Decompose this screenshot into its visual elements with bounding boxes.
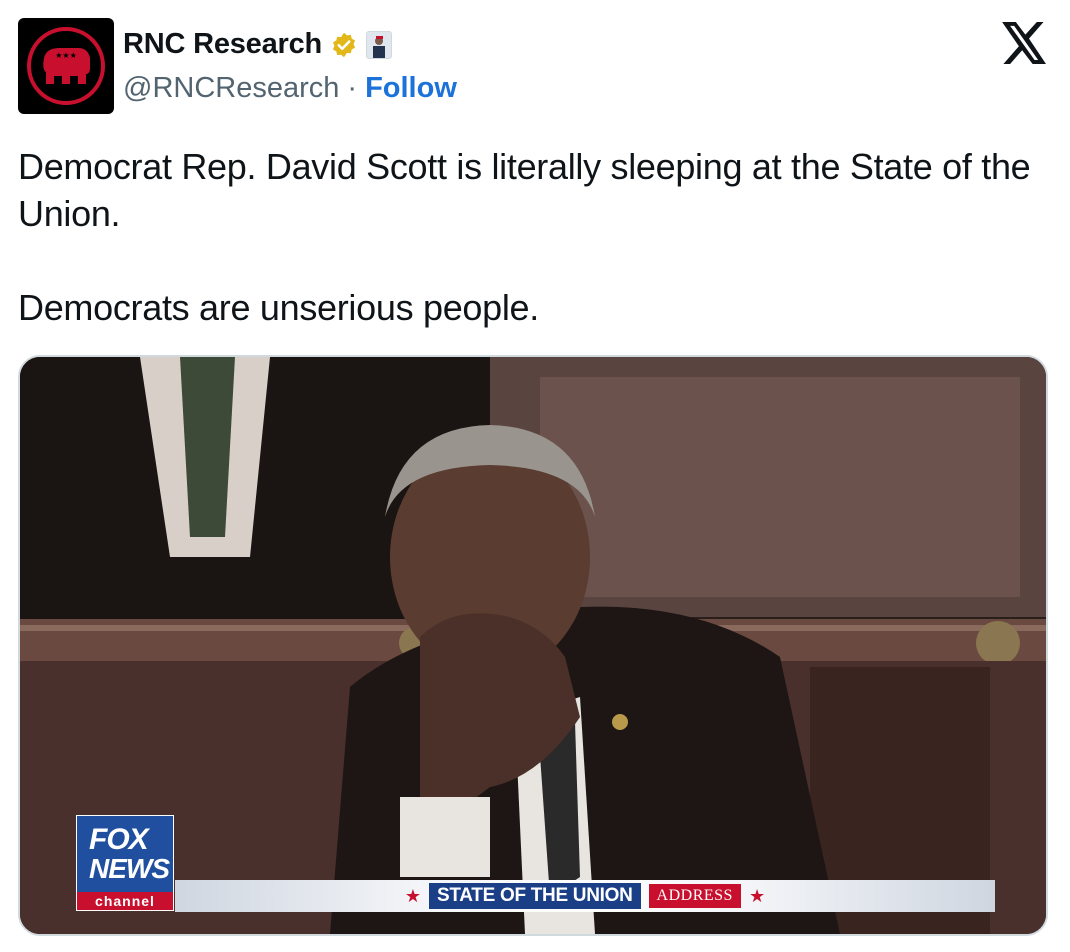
author-handle-row: @RNCResearch · Follow — [123, 72, 457, 105]
banner-main-text: STATE OF THE UNION — [429, 883, 641, 909]
svg-text:★★★: ★★★ — [55, 51, 77, 60]
author-avatar[interactable]: ★★★ — [18, 18, 114, 114]
x-logo-icon[interactable] — [1002, 22, 1048, 64]
author-display-name[interactable]: RNC Research — [123, 28, 322, 61]
verified-badge-icon — [332, 32, 356, 57]
fox-logo-mid: NEWS — [89, 853, 170, 884]
tweet-media-image[interactable]: FOX NEWS channel ★ STATE OF THE UNION AD… — [18, 355, 1048, 936]
fox-logo-top: FOX — [89, 823, 149, 856]
author-handle[interactable]: @RNCResearch — [123, 72, 339, 105]
author-name-row: RNC Research — [123, 28, 393, 61]
banner-address-text: ADDRESS — [648, 884, 741, 908]
separator-dot: · — [347, 72, 358, 104]
fox-news-logo: FOX NEWS channel — [76, 815, 174, 911]
state-of-union-banner: ★ STATE OF THE UNION ADDRESS ★ — [175, 880, 995, 912]
rnc-elephant-logo-icon: ★★★ — [27, 27, 105, 105]
affiliate-badge-icon[interactable] — [366, 30, 393, 59]
star-icon: ★ — [404, 885, 422, 906]
tweet-paragraph: Democrats are unserious people. — [18, 287, 539, 328]
tweet-text: Democrat Rep. David Scott is literally s… — [18, 143, 1048, 331]
follow-button[interactable]: Follow — [365, 72, 457, 105]
star-icon: ★ — [748, 885, 766, 906]
tweet-paragraph: Democrat Rep. David Scott is literally s… — [18, 146, 1031, 234]
fox-logo-channel: channel — [77, 892, 173, 910]
